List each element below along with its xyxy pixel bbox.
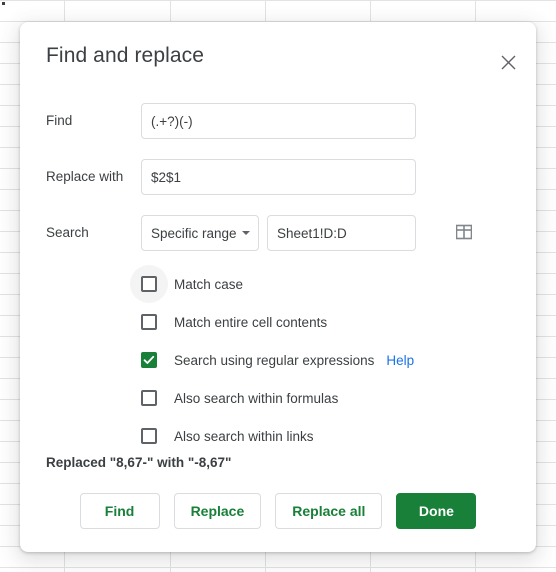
option-label: Also search within formulas bbox=[174, 390, 339, 406]
regex-help-link[interactable]: Help bbox=[386, 353, 414, 368]
replace-with-input[interactable] bbox=[141, 159, 416, 195]
checkbox-hit-area[interactable] bbox=[130, 303, 168, 341]
range-field-wrapper bbox=[267, 215, 473, 251]
cell-corner-mark bbox=[2, 2, 5, 5]
search-label: Search bbox=[46, 225, 89, 240]
replace-with-label: Replace with bbox=[46, 169, 124, 184]
checkbox-unchecked-icon[interactable] bbox=[141, 390, 157, 406]
option-row[interactable]: Also search within formulas bbox=[130, 379, 338, 417]
dialog-button-bar: Find Replace Replace all Done bbox=[20, 492, 536, 530]
find-row: Find bbox=[20, 103, 536, 139]
search-row: Search Specific range bbox=[20, 215, 536, 251]
checkbox-unchecked-icon[interactable] bbox=[141, 428, 157, 444]
option-label: Search using regular expressions bbox=[174, 352, 375, 368]
done-button[interactable]: Done bbox=[396, 493, 477, 529]
option-label: Match entire cell contents bbox=[174, 314, 328, 330]
search-scope-value: Specific range bbox=[151, 225, 237, 241]
option-label: Match case bbox=[174, 276, 244, 292]
chevron-down-icon bbox=[241, 231, 250, 235]
option-row[interactable]: Search using regular expressions Help bbox=[130, 341, 414, 379]
checkbox-hit-area[interactable] bbox=[130, 417, 168, 455]
search-scope-dropdown[interactable]: Specific range bbox=[141, 215, 259, 251]
find-label: Find bbox=[46, 113, 73, 128]
option-row[interactable]: Match entire cell contents bbox=[130, 303, 327, 341]
replace-all-button[interactable]: Replace all bbox=[275, 493, 383, 529]
checkbox-hit-area[interactable] bbox=[130, 265, 168, 303]
find-input[interactable] bbox=[141, 103, 416, 139]
find-button[interactable]: Find bbox=[79, 493, 160, 529]
checkbox-hit-area[interactable] bbox=[130, 379, 168, 417]
dialog-title: Find and replace bbox=[46, 44, 205, 67]
checkbox-hit-area[interactable] bbox=[130, 341, 168, 379]
option-row[interactable]: Match case bbox=[130, 265, 243, 303]
checkbox-unchecked-icon[interactable] bbox=[141, 314, 157, 330]
grid-row-line bbox=[0, 0, 556, 1]
option-label: Also search within links bbox=[174, 428, 314, 444]
checkbox-unchecked-icon[interactable] bbox=[141, 276, 157, 292]
status-message: Replaced "8,67-" with "-8,67" bbox=[46, 455, 232, 470]
replace-row: Replace with bbox=[20, 159, 536, 195]
find-and-replace-dialog: Find and replace Find Replace with Searc… bbox=[20, 22, 536, 552]
replace-button[interactable]: Replace bbox=[173, 493, 262, 529]
grid-picker-button[interactable] bbox=[454, 223, 474, 243]
range-input[interactable] bbox=[277, 225, 454, 241]
close-button[interactable] bbox=[490, 44, 526, 80]
close-icon bbox=[501, 55, 516, 70]
option-row[interactable]: Also search within links bbox=[130, 417, 314, 455]
checkbox-checked-icon[interactable] bbox=[141, 352, 157, 368]
grid-picker-icon bbox=[455, 224, 473, 243]
grid-row-line bbox=[0, 567, 556, 568]
